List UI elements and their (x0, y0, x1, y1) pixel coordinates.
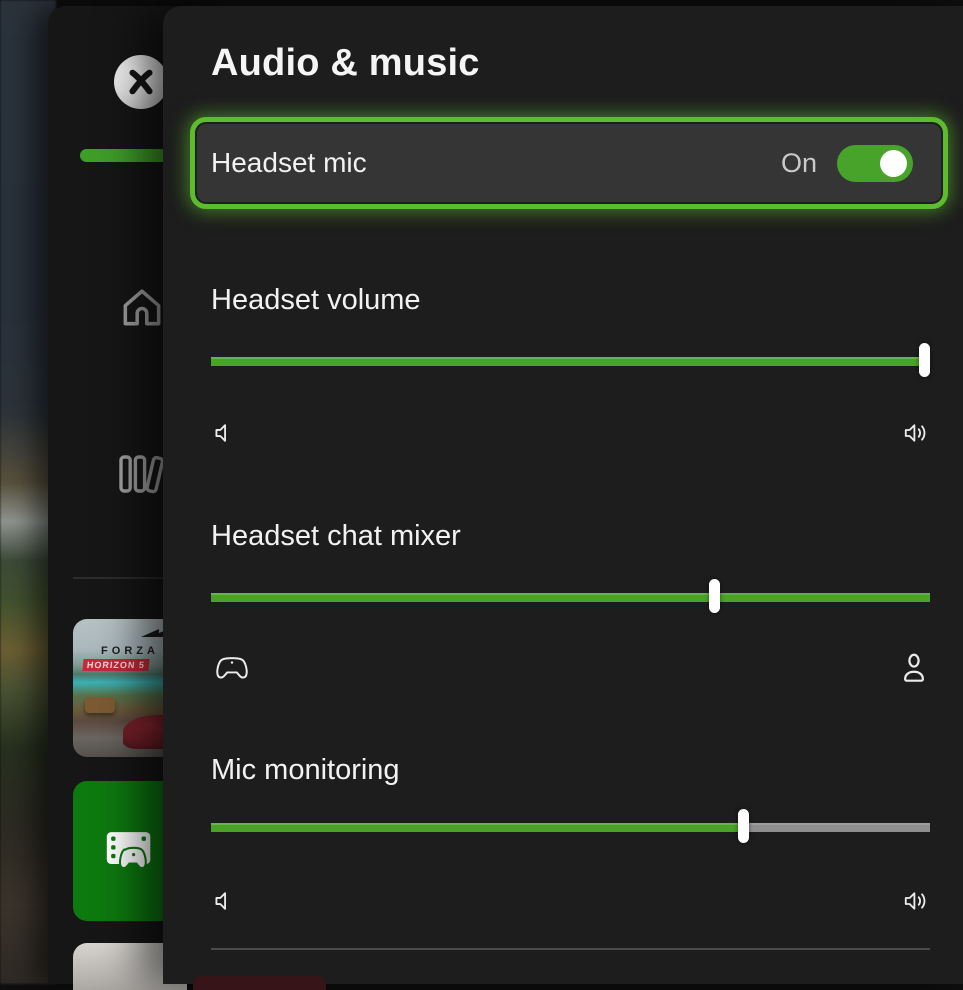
volume-slider-icons (211, 418, 930, 448)
slider-thumb[interactable] (738, 809, 749, 843)
slider-thumb[interactable] (709, 579, 720, 613)
library-icon[interactable] (113, 448, 169, 500)
xbox-x-glyph (121, 62, 161, 102)
home-icon[interactable] (117, 282, 167, 332)
speaker-quiet-icon (211, 888, 237, 914)
slider-fill (211, 823, 743, 832)
filmstrip-controller-icon (101, 828, 159, 874)
toggle-knob (880, 150, 907, 177)
mic-monitoring-slider[interactable] (211, 820, 930, 832)
page-title: Audio & music (211, 42, 480, 85)
speaker-loud-icon (902, 887, 930, 915)
controller-icon (211, 652, 253, 684)
headset-volume-label: Headset volume (211, 284, 421, 317)
xbox-logo-icon[interactable] (114, 55, 168, 109)
forza-subtitle-text: HORIZON 5 (82, 659, 149, 671)
headset-mic-toggle[interactable] (837, 145, 913, 182)
headset-volume-slider[interactable] (211, 354, 930, 366)
forza-art-truck (85, 697, 115, 713)
next-section-peek (193, 976, 326, 990)
audio-music-panel: Audio & music Headset mic On Headset vol… (163, 6, 963, 984)
speaker-loud-icon (902, 419, 930, 447)
chat-mixer-icons (211, 650, 930, 686)
slider-fill (211, 593, 714, 602)
slider-fill (211, 357, 930, 366)
person-icon (898, 651, 930, 685)
headset-mic-row[interactable]: Headset mic On (190, 117, 948, 209)
chat-mixer-label: Headset chat mixer (211, 520, 461, 553)
headset-mic-label: Headset mic (211, 147, 367, 179)
mic-monitoring-label: Mic monitoring (211, 754, 400, 787)
chat-mixer-slider[interactable] (211, 590, 930, 602)
mic-monitoring-icons (211, 886, 930, 916)
speaker-quiet-icon (211, 420, 237, 446)
section-divider (211, 948, 930, 950)
toggle-state-label: On (781, 148, 817, 179)
slider-thumb[interactable] (919, 343, 930, 377)
